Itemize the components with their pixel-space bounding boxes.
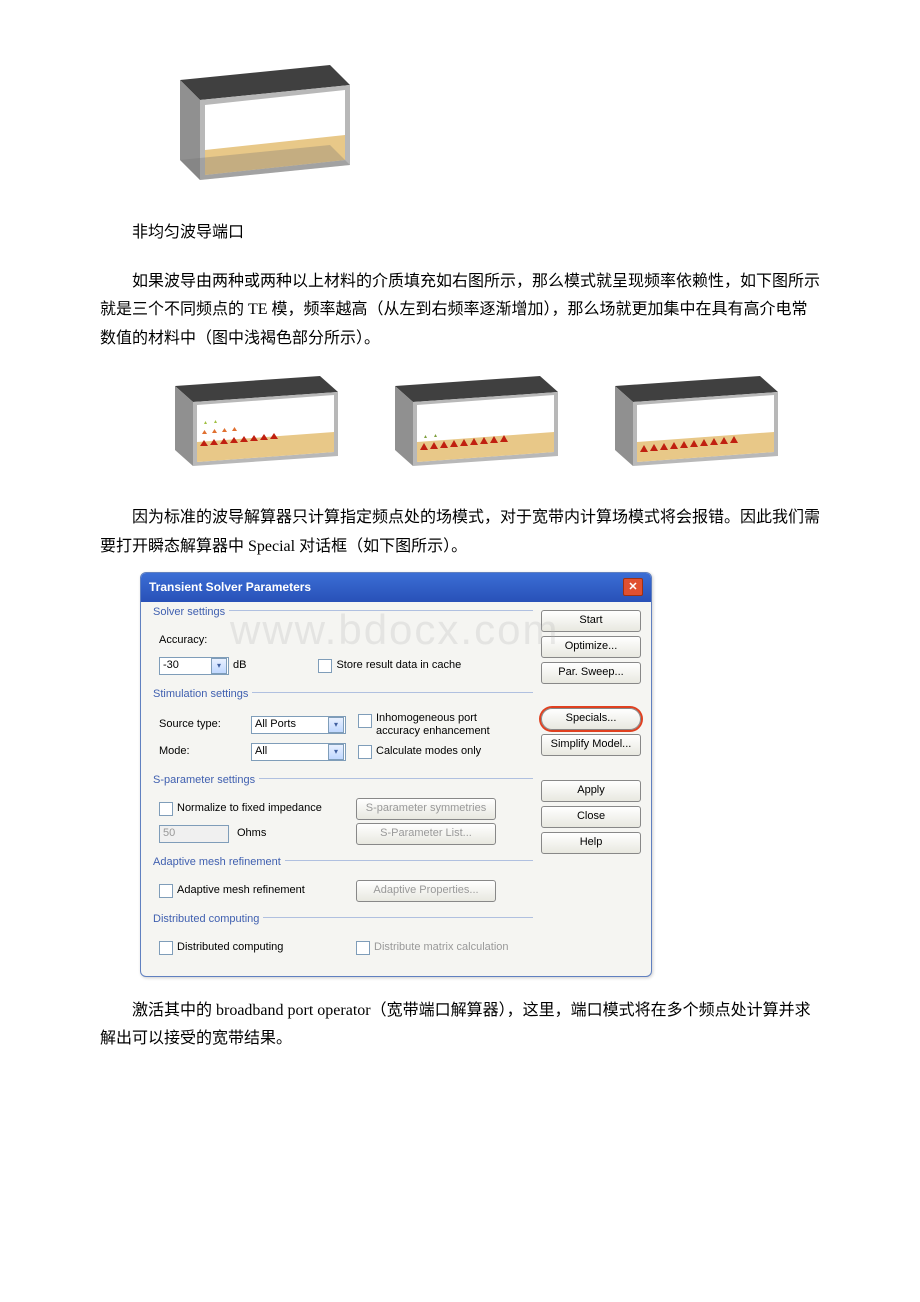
waveguide-te-low-freq [150, 374, 350, 474]
dialog-titlebar[interactable]: Transient Solver Parameters ✕ [141, 573, 651, 603]
adaptive-mesh-label: Adaptive mesh refinement [177, 881, 305, 901]
group-solver-settings: Solver settings Accuracy: -30 ▾ dB [151, 610, 533, 684]
close-icon[interactable]: ✕ [623, 578, 643, 596]
apply-button[interactable]: Apply [541, 780, 641, 802]
caption-nonuniform-port: 非均匀波导端口 [100, 219, 820, 248]
mode-combo[interactable]: All ▾ [251, 743, 346, 761]
paragraph-2: 因为标准的波导解算器只计算指定频点处的场模式，对于宽带内计算场模式将会报错。因此… [100, 504, 820, 562]
group-title-sparam: S-parameter settings [149, 771, 259, 791]
close-button[interactable]: Close [541, 806, 641, 828]
store-cache-label: Store result data in cache [336, 656, 461, 676]
group-title-mesh: Adaptive mesh refinement [149, 853, 285, 873]
accuracy-unit: dB [233, 656, 246, 676]
optimize-button[interactable]: Optimize... [541, 636, 641, 658]
group-adaptive-mesh: Adaptive mesh refinement Adaptive mesh r… [151, 860, 533, 909]
calc-modes-checkbox[interactable] [358, 745, 372, 759]
sparam-list-button[interactable]: S-Parameter List... [356, 823, 496, 845]
normalize-checkbox[interactable] [159, 802, 173, 816]
chevron-down-icon: ▾ [328, 744, 344, 760]
calc-modes-label: Calculate modes only [376, 742, 481, 762]
group-title-dist: Distributed computing [149, 910, 263, 930]
source-type-value: All Ports [255, 715, 296, 735]
group-stimulation-settings: Stimulation settings Source type: All Po… [151, 692, 533, 770]
distribute-matrix-label: Distribute matrix calculation [374, 938, 509, 958]
distributed-computing-label: Distributed computing [177, 938, 283, 958]
transient-solver-dialog: Transient Solver Parameters ✕ Solver set… [140, 572, 652, 977]
paragraph-3: 激活其中的 broadband port operator（宽带端口解算器），这… [100, 997, 820, 1055]
waveguide-three-figures [150, 374, 820, 474]
help-button[interactable]: Help [541, 832, 641, 854]
sparam-symmetries-button[interactable]: S-parameter symmetries [356, 798, 496, 820]
group-distributed-computing: Distributed computing Distributed comput… [151, 917, 533, 966]
waveguide-svg [150, 60, 360, 190]
distributed-computing-checkbox[interactable] [159, 941, 173, 955]
par-sweep-button[interactable]: Par. Sweep... [541, 662, 641, 684]
start-button[interactable]: Start [541, 610, 641, 632]
distribute-matrix-checkbox [356, 941, 370, 955]
source-type-label: Source type: [151, 715, 239, 735]
chevron-down-icon: ▾ [211, 658, 227, 674]
source-type-combo[interactable]: All Ports ▾ [251, 716, 346, 734]
simplify-model-button[interactable]: Simplify Model... [541, 734, 641, 756]
dialog-title: Transient Solver Parameters [149, 577, 311, 599]
paragraph-1: 如果波导由两种或两种以上材料的介质填充如右图所示，那么模式就呈现频率依赖性，如下… [100, 268, 820, 354]
group-sparameter-settings: S-parameter settings Normalize to fixed … [151, 778, 533, 852]
group-title-stim: Stimulation settings [149, 685, 252, 705]
accuracy-combo[interactable]: -30 ▾ [159, 657, 229, 675]
accuracy-label: Accuracy: [151, 631, 239, 651]
normalize-label: Normalize to fixed impedance [177, 799, 322, 819]
mode-value: All [255, 742, 267, 762]
group-title-solver: Solver settings [149, 603, 229, 623]
specials-button[interactable]: Specials... [541, 708, 641, 730]
inhomogeneous-checkbox[interactable] [358, 714, 372, 728]
adaptive-properties-button[interactable]: Adaptive Properties... [356, 880, 496, 902]
chevron-down-icon: ▾ [328, 717, 344, 733]
accuracy-value: -30 [163, 656, 179, 676]
waveguide-single-figure [100, 60, 820, 211]
adaptive-mesh-checkbox[interactable] [159, 884, 173, 898]
impedance-unit: Ohms [237, 824, 266, 844]
inhomogeneous-label: Inhomogeneous port accuracy enhancement [376, 712, 518, 738]
mode-label: Mode: [151, 742, 239, 762]
impedance-input: 50 [159, 825, 229, 843]
waveguide-te-mid-freq [370, 374, 570, 474]
waveguide-te-high-freq [590, 374, 790, 474]
store-cache-checkbox[interactable] [318, 659, 332, 673]
